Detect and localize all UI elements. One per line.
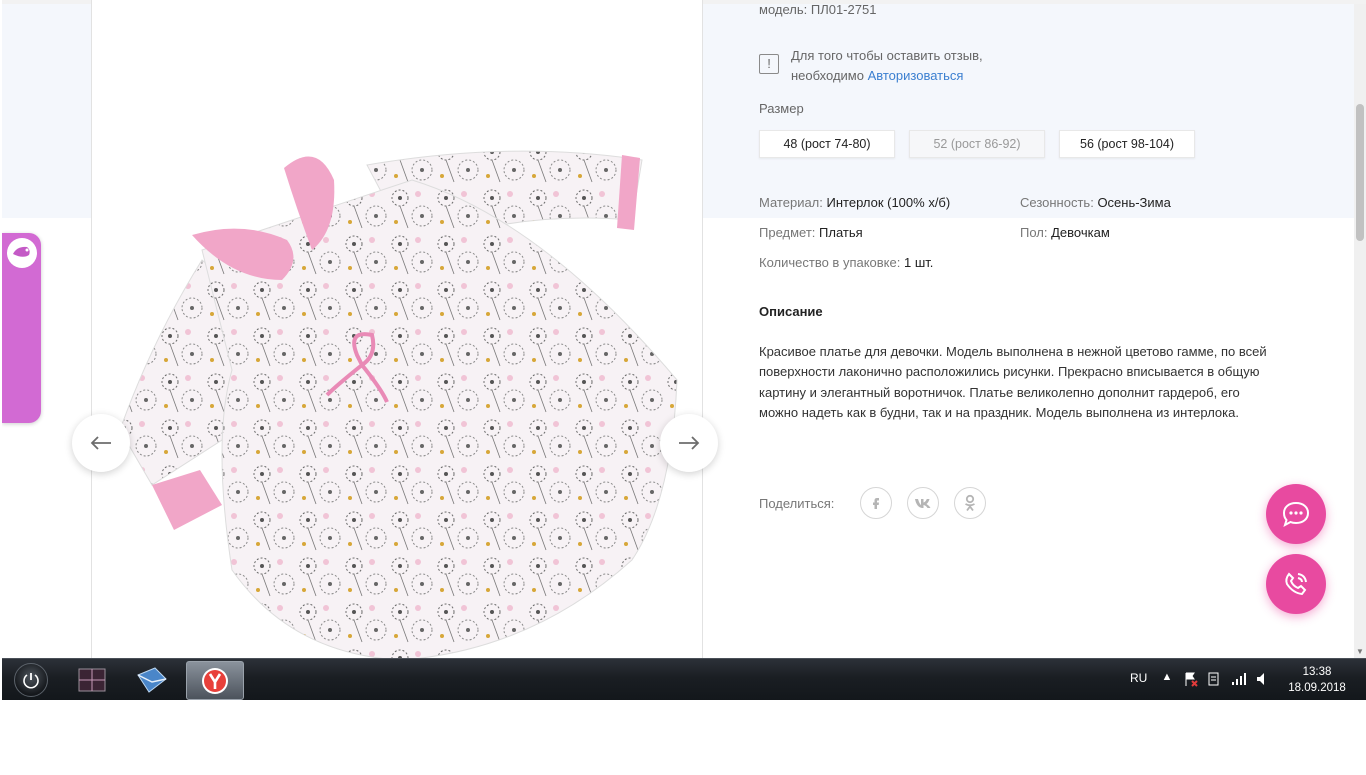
attr-season: Сезонность: Осень-Зима [1020, 195, 1171, 210]
chat-bubble-icon [1282, 501, 1310, 528]
attr-subject: Предмет: Платья [759, 225, 863, 240]
size-selector: 48 (рост 74-80) 52 (рост 86-92) 56 (рост… [759, 130, 1195, 158]
chat-button[interactable] [1266, 484, 1326, 544]
scrollbar-thumb[interactable] [1356, 104, 1364, 241]
size-option-56[interactable]: 56 (рост 98-104) [1059, 130, 1195, 158]
taskbar-yandex-browser[interactable] [186, 661, 244, 700]
taskbar-desktop-app[interactable] [64, 661, 120, 698]
desktop-app-icon [78, 668, 106, 691]
language-indicator[interactable]: RU [1130, 671, 1147, 685]
size-label: Размер [759, 101, 804, 116]
description-title: Описание [759, 304, 823, 319]
attr-gender: Пол: Девочкам [1020, 225, 1110, 240]
taskbar-mail-app[interactable] [124, 661, 180, 698]
review-notice: ! Для того чтобы оставить отзыв, необход… [759, 46, 983, 86]
export-catalog-tab[interactable]: ВЫГРУЗИТЬ КАТАЛОГ [2, 233, 41, 627]
login-link[interactable]: Авторизоваться [868, 68, 964, 83]
product-photo[interactable] [112, 140, 692, 658]
yandex-browser-icon [202, 667, 228, 694]
gallery-prev-button[interactable] [72, 414, 130, 472]
clock-time: 13:38 [1302, 666, 1332, 678]
system-clock[interactable]: 13:38 18.09.2018 [1282, 664, 1352, 696]
review-notice-text: Для того чтобы оставить отзыв, необходим… [791, 48, 983, 83]
clock-date: 18.09.2018 [1288, 682, 1346, 694]
facebook-icon[interactable] [860, 487, 893, 519]
scroll-down-icon[interactable]: ▼ [1356, 648, 1364, 656]
network-signal-icon[interactable] [1231, 671, 1246, 687]
taskbar: RU ▲ 13:38 18.09.2018 [2, 658, 1366, 700]
start-button[interactable] [14, 663, 48, 697]
tray-expand-icon[interactable]: ▲ [1160, 671, 1174, 687]
arrow-left-icon [90, 436, 111, 450]
browser-viewport: ВЫГРУЗИТЬ КАТАЛОГ модель: ПЛ01-2751 ! Дл… [2, 0, 1366, 658]
product-gallery [91, 0, 703, 658]
vk-icon[interactable] [907, 487, 940, 519]
size-option-48[interactable]: 48 (рост 74-80) [759, 130, 895, 158]
action-center-flag-icon[interactable] [1184, 671, 1198, 687]
attr-pack-qty: Количество в упаковке: 1 шт. [759, 255, 934, 270]
description-text: Красивое платье для девочки. Модель выпо… [759, 344, 1267, 420]
power-icon [23, 673, 39, 689]
battery-power-icon[interactable] [1207, 671, 1221, 687]
mail-app-icon [137, 666, 167, 693]
size-option-52[interactable]: 52 (рост 86-92) [909, 130, 1045, 158]
gallery-next-button[interactable] [660, 414, 718, 472]
call-button[interactable] [1266, 554, 1326, 614]
export-catalog-label: ВЫГРУЗИТЬ КАТАЛОГ [13, 511, 24, 627]
catalog-logo-icon [7, 238, 37, 268]
volume-icon[interactable] [1255, 671, 1269, 687]
arrow-right-icon [679, 436, 700, 450]
product-model: модель: ПЛ01-2751 [759, 2, 877, 17]
share-block: Поделиться: [759, 487, 1001, 519]
exclamation-icon: ! [759, 54, 779, 74]
phone-call-icon [1285, 572, 1307, 596]
share-label: Поделиться: [759, 495, 835, 511]
attr-material: Материал: Интерлок (100% х/б) [759, 195, 951, 210]
page-scrollbar[interactable]: ▼ [1354, 4, 1366, 658]
odnoklassniki-icon[interactable] [954, 487, 987, 519]
